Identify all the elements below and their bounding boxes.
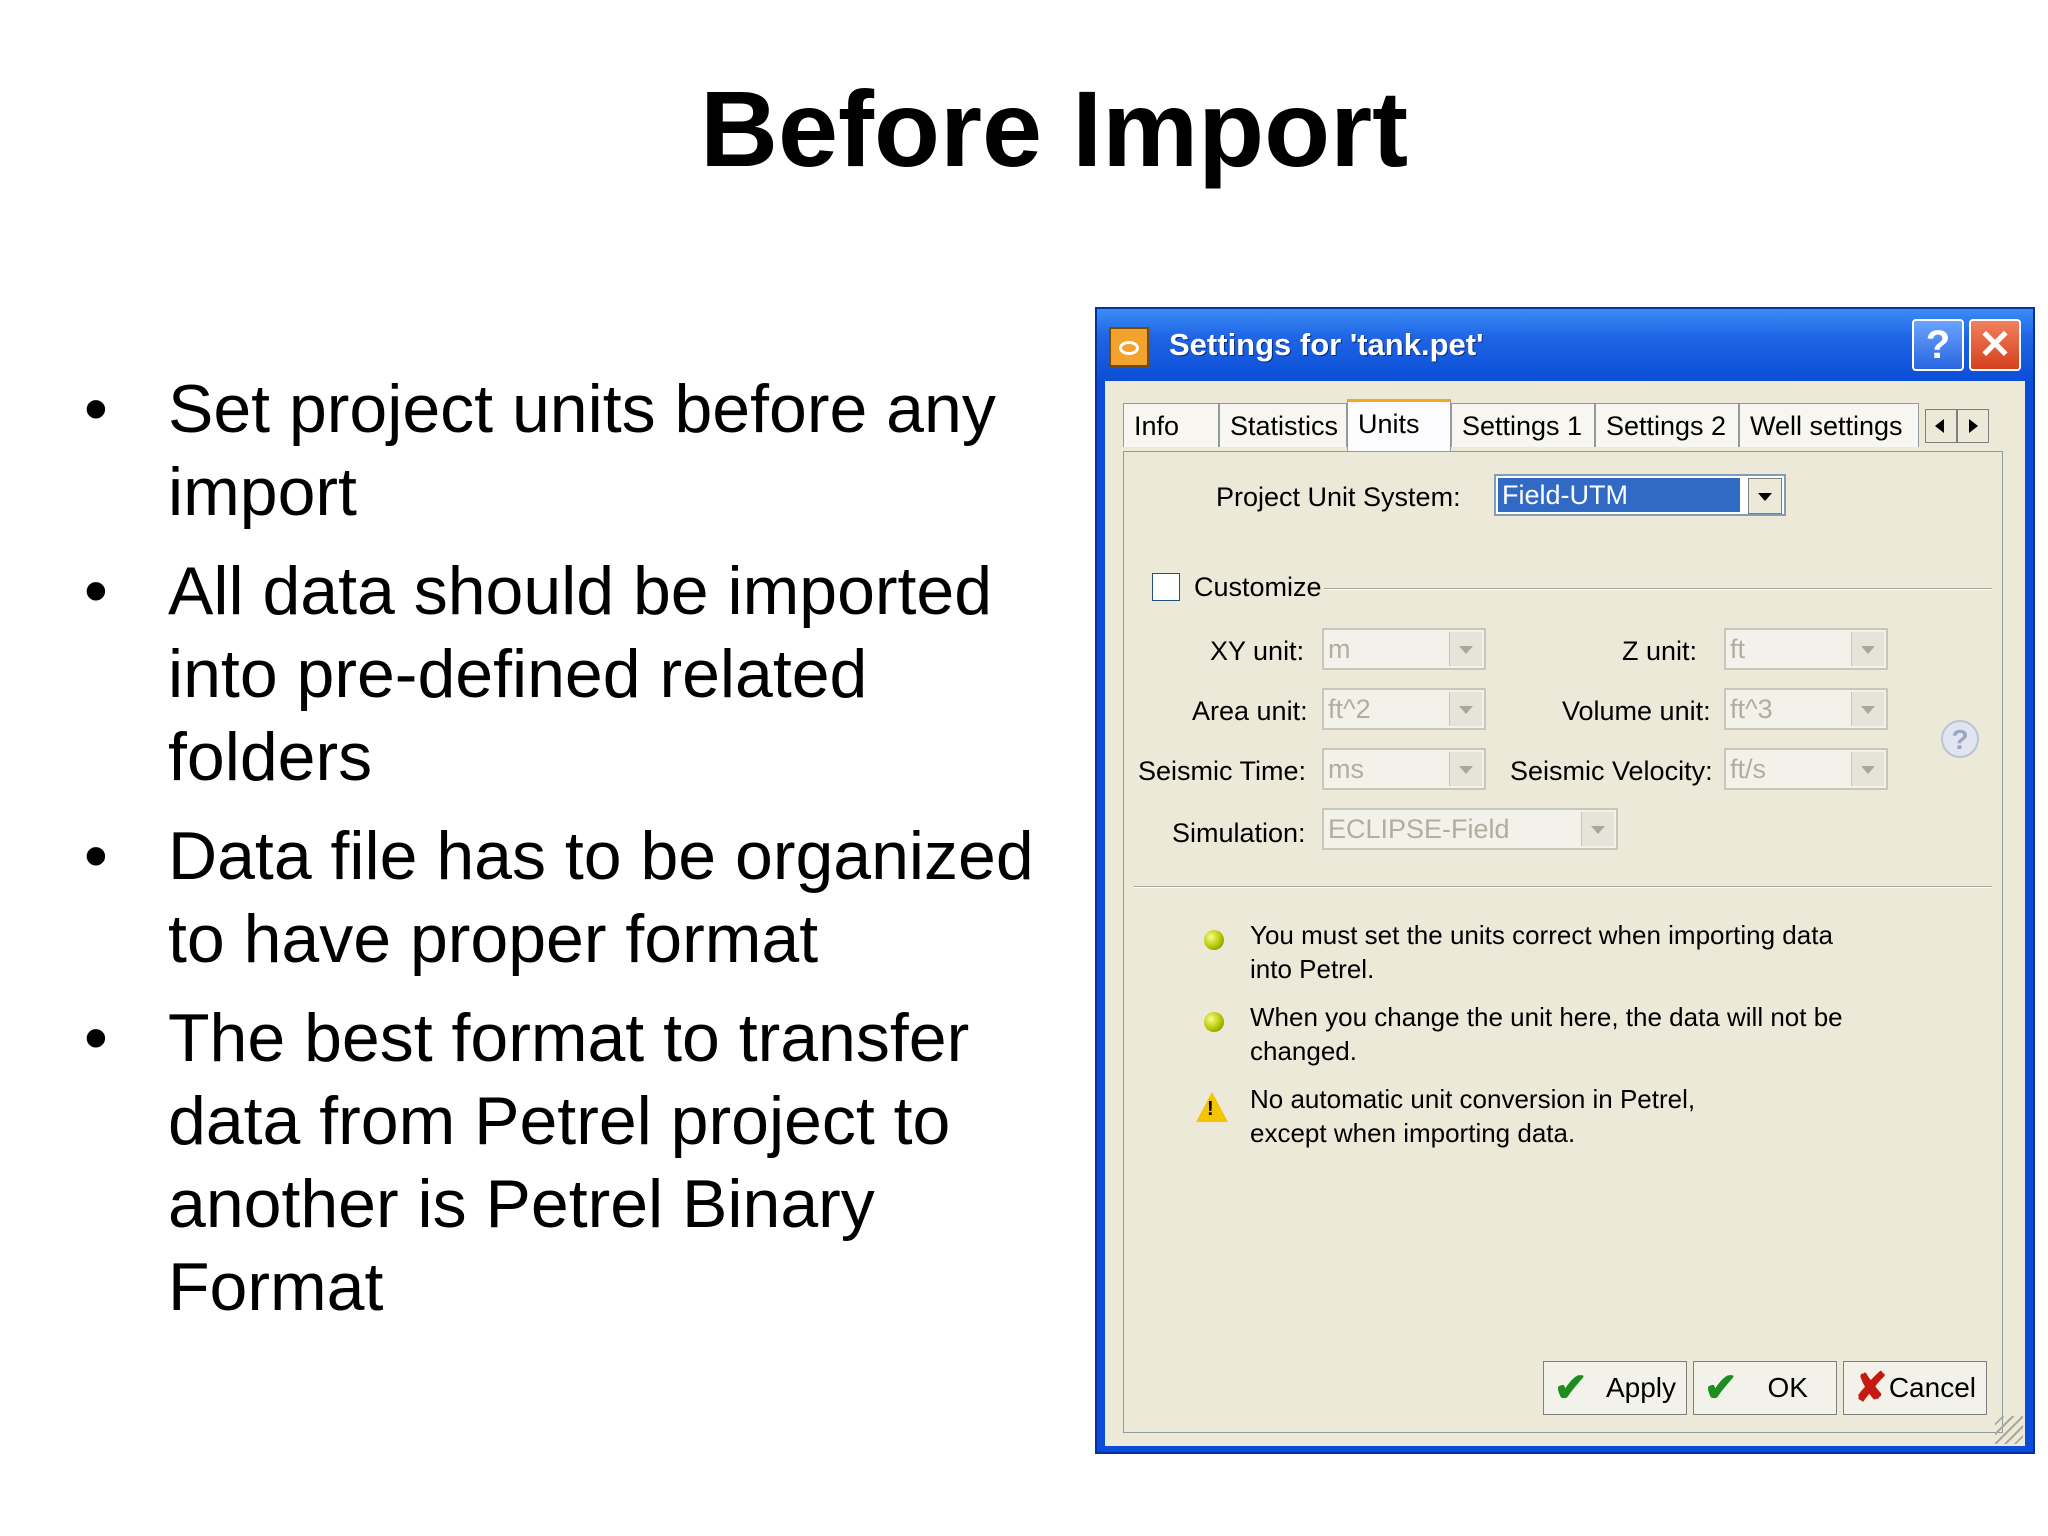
z-unit-select[interactable]: ft (1724, 628, 1888, 670)
seismic-velocity-select[interactable]: ft/s (1724, 748, 1888, 790)
tab-units[interactable]: Units (1347, 399, 1451, 451)
dialog-title: Settings for 'tank.pet' (1169, 327, 1484, 362)
bullet-item: • Data file has to be organized to have … (84, 815, 1084, 981)
tab-well-settings[interactable]: Well settings (1739, 403, 1919, 447)
help-button[interactable]: ? (1912, 319, 1964, 371)
bullet-item: • All data should be imported into pre-d… (84, 550, 1084, 799)
warning-mark: ! (1207, 1098, 1214, 1120)
seismic-velocity-label: Seismic Velocity: (1510, 756, 1713, 786)
bullet-text: Set project units before any import (168, 371, 996, 530)
resize-grip-icon[interactable] (1995, 1416, 2023, 1444)
info-message: You must set the units correct when impo… (1250, 918, 1910, 986)
tab-scroll-left-icon[interactable] (1925, 409, 1957, 443)
question-circle-icon[interactable]: ? (1941, 720, 1979, 758)
info-bullet-icon (1204, 930, 1224, 950)
tab-scroll-right-icon[interactable] (1957, 409, 1989, 443)
tab-info[interactable]: Info (1123, 403, 1219, 447)
bullet-dot: • (84, 818, 108, 894)
customize-label: Customize (1194, 572, 1322, 602)
info-bullet-icon (1204, 1012, 1224, 1032)
apply-button[interactable]: ✔ Apply (1543, 1361, 1687, 1415)
chevron-down-icon[interactable] (1449, 752, 1482, 786)
seismic-time-value: ms (1328, 754, 1364, 784)
seismic-velocity-value: ft/s (1730, 754, 1767, 784)
slide-title: Before Import (700, 68, 1409, 189)
bullet-dot: • (84, 553, 108, 629)
simulation-select[interactable]: ECLIPSE-Field (1322, 808, 1618, 850)
unit-system-select[interactable]: Field-UTM (1494, 474, 1786, 516)
bullet-item: • The best format to transfer data from … (84, 997, 1084, 1329)
chevron-down-icon[interactable] (1851, 692, 1884, 726)
tab-statistics[interactable]: Statistics (1219, 403, 1347, 447)
ok-button[interactable]: ✔ OK (1693, 1361, 1837, 1415)
dialog-titlebar[interactable]: Settings for 'tank.pet' ? ✕ (1097, 309, 2033, 381)
z-unit-label: Z unit: (1622, 636, 1698, 666)
bullet-item: • Set project units before any import (84, 368, 1084, 534)
info-message-line: You must set the units correct when impo… (1250, 920, 1833, 950)
chevron-down-icon[interactable] (1851, 632, 1884, 666)
bullet-list: • Set project units before any import • … (84, 368, 1084, 1345)
tab-settings-1[interactable]: Settings 1 (1451, 403, 1595, 447)
cross-icon: ✘ (1854, 1366, 1888, 1410)
unit-system-value: Field-UTM (1498, 478, 1740, 512)
customize-checkbox[interactable] (1152, 573, 1180, 601)
seismic-time-select[interactable]: ms (1322, 748, 1486, 790)
chevron-down-icon[interactable] (1581, 812, 1614, 846)
simulation-value: ECLIPSE-Field (1328, 814, 1510, 844)
unit-system-label: Project Unit System: (1216, 482, 1461, 512)
chevron-down-icon[interactable] (1449, 632, 1482, 666)
volume-unit-value: ft^3 (1730, 694, 1773, 724)
xy-unit-select[interactable]: m (1322, 628, 1486, 670)
apply-button-label: Apply (1605, 1372, 1676, 1403)
info-message-line: When you change the unit here, the data … (1250, 1002, 1843, 1032)
info-message: When you change the unit here, the data … (1250, 1000, 1910, 1068)
chevron-down-icon[interactable] (1851, 752, 1884, 786)
info-message-line: changed. (1250, 1036, 1357, 1066)
xy-unit-value: m (1328, 634, 1351, 664)
cancel-button-label: Cancel (1888, 1372, 1976, 1403)
simulation-label: Simulation: (1172, 818, 1306, 848)
bullet-dot: • (84, 1000, 108, 1076)
area-unit-value: ft^2 (1328, 694, 1371, 724)
warning-message: No automatic unit conversion in Petrel, … (1250, 1082, 1910, 1150)
separator (1324, 588, 1992, 590)
units-panel: Project Unit System: Field-UTM Customize… (1123, 451, 2003, 1433)
warning-message-line: except when importing data. (1250, 1118, 1576, 1148)
bullet-dot: • (84, 371, 108, 447)
checkmark-icon: ✔ (1554, 1366, 1588, 1410)
volume-unit-select[interactable]: ft^3 (1724, 688, 1888, 730)
bullet-text: Data file has to be organized to have pr… (168, 818, 1034, 977)
z-unit-value: ft (1730, 634, 1746, 664)
checkmark-icon: ✔ (1704, 1366, 1738, 1410)
close-button[interactable]: ✕ (1969, 319, 2021, 371)
petrel-app-icon (1109, 327, 1149, 367)
bullet-text: The best format to transfer data from Pe… (168, 1000, 970, 1325)
chevron-down-icon[interactable] (1748, 478, 1782, 514)
warning-message-line: No automatic unit conversion in Petrel, (1250, 1084, 1696, 1114)
tab-settings-2[interactable]: Settings 2 (1595, 403, 1739, 447)
chevron-down-icon[interactable] (1449, 692, 1482, 726)
separator (1134, 886, 1992, 888)
bullet-text: All data should be imported into pre-def… (168, 553, 993, 795)
settings-dialog: Settings for 'tank.pet' ? ✕ Info Statist… (1095, 307, 2035, 1454)
info-message-line: into Petrel. (1250, 954, 1375, 984)
xy-unit-label: XY unit: (1210, 636, 1305, 666)
cancel-button[interactable]: ✘ Cancel (1843, 1361, 1987, 1415)
volume-unit-label: Volume unit: (1562, 696, 1711, 726)
area-unit-label: Area unit: (1192, 696, 1308, 726)
ok-button-label: OK (1767, 1372, 1808, 1403)
area-unit-select[interactable]: ft^2 (1322, 688, 1486, 730)
dialog-client: Info Statistics Units Settings 1 Setting… (1105, 381, 2025, 1446)
seismic-time-label: Seismic Time: (1138, 756, 1307, 786)
